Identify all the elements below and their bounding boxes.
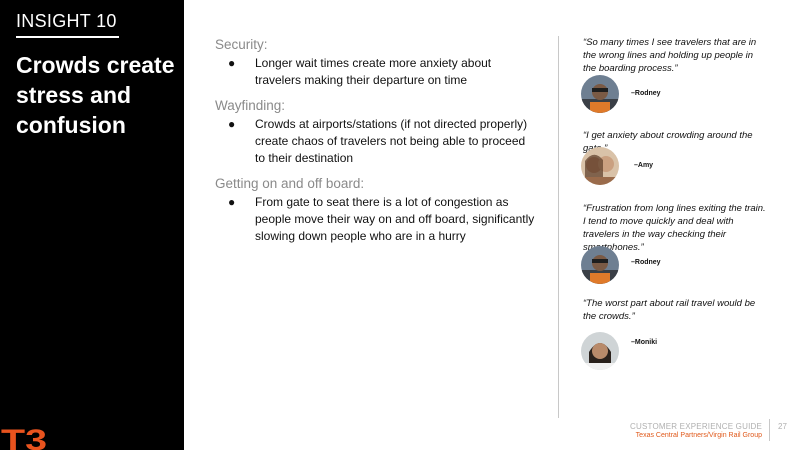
footer-title: CUSTOMER EXPERIENCE GUIDE bbox=[630, 422, 762, 431]
quote-text: “The worst part about rail travel would … bbox=[583, 298, 756, 322]
bullet-item: ● Longer wait times create more anxiety … bbox=[215, 55, 535, 89]
insight-underline bbox=[16, 36, 119, 38]
avatar bbox=[581, 147, 619, 185]
bullet-item: ● Crowds at airports/stations (if not di… bbox=[215, 116, 535, 167]
section-boarding: Getting on and off board: ● From gate to… bbox=[215, 175, 535, 245]
footer-divider bbox=[769, 419, 770, 441]
section-heading: Security: bbox=[215, 37, 268, 52]
section-security: Security: ● Longer wait times create mor… bbox=[215, 36, 535, 89]
bullet-dot-icon: ● bbox=[228, 56, 236, 70]
insight-details: Security: ● Longer wait times create mor… bbox=[215, 36, 535, 253]
quote-author: –Rodney bbox=[631, 90, 661, 97]
quote-text: “Frustration from long lines exiting the… bbox=[583, 203, 766, 253]
footer-subtitle: Texas Central Partners/Virgin Rail Group bbox=[635, 432, 762, 439]
svg-text:T3: T3 bbox=[1, 426, 47, 450]
section-wayfinding: Wayfinding: ● Crowds at airports/station… bbox=[215, 97, 535, 167]
vertical-divider bbox=[558, 36, 559, 418]
bullet-dot-icon: ● bbox=[228, 117, 236, 131]
bullet-dot-icon: ● bbox=[228, 195, 236, 209]
bullet-text: From gate to seat there is a lot of cong… bbox=[255, 195, 535, 243]
avatar bbox=[581, 75, 619, 113]
quote-text: “So many times I see travelers that are … bbox=[583, 37, 757, 74]
quote-author: –Amy bbox=[634, 162, 654, 169]
avatar bbox=[581, 332, 619, 370]
section-heading: Getting on and off board: bbox=[215, 176, 365, 191]
left-panel: INSIGHT 10 Crowds create stress and conf… bbox=[0, 0, 184, 450]
quote-author: –Rodney bbox=[631, 259, 661, 266]
bullet-text: Longer wait times create more anxiety ab… bbox=[255, 56, 492, 87]
quote-author: –Moniki bbox=[631, 339, 658, 346]
t3-logo: T3 bbox=[1, 426, 47, 450]
page-number: 27 bbox=[778, 422, 787, 431]
section-heading: Wayfinding: bbox=[215, 98, 286, 113]
insight-label: INSIGHT 10 bbox=[16, 11, 117, 31]
bullet-text: Crowds at airports/stations (if not dire… bbox=[255, 117, 528, 165]
slide-title: Crowds create stress and confusion bbox=[16, 52, 175, 138]
bullet-item: ● From gate to seat there is a lot of co… bbox=[215, 194, 535, 245]
avatar bbox=[581, 246, 619, 284]
